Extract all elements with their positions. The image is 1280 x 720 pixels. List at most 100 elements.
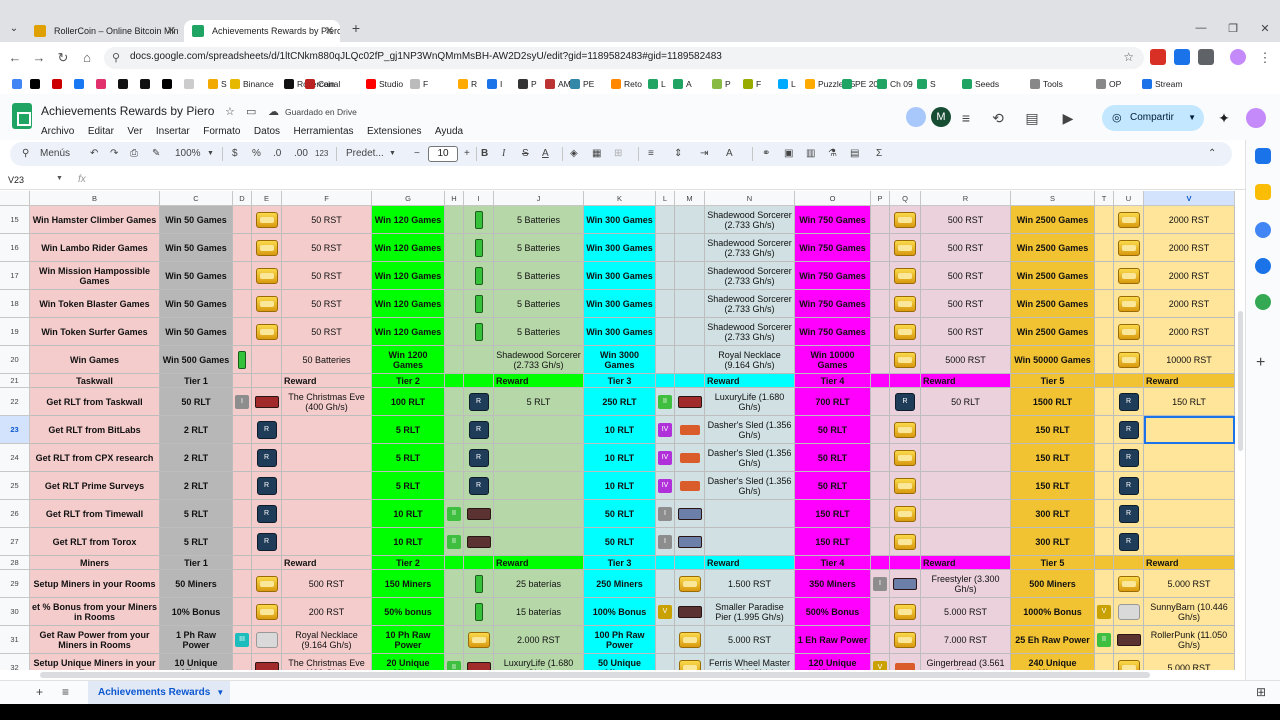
cell-p27[interactable] bbox=[871, 528, 890, 556]
cell-p24[interactable] bbox=[871, 444, 890, 472]
cell-j31[interactable]: 2.000 RST bbox=[494, 626, 584, 654]
percent-format-button[interactable]: % bbox=[252, 146, 261, 162]
bookmark-star-icon[interactable]: ☆ bbox=[1123, 50, 1134, 64]
cell-t22[interactable] bbox=[1095, 388, 1114, 416]
cell-p18[interactable] bbox=[871, 290, 890, 318]
column-header-g[interactable]: G bbox=[372, 191, 445, 206]
cell-r22[interactable]: 50 RLT bbox=[921, 388, 1011, 416]
cell-h22[interactable] bbox=[445, 388, 464, 416]
cell-q22[interactable]: R bbox=[890, 388, 921, 416]
row-header[interactable]: 29 bbox=[0, 570, 30, 598]
vertical-scrollbar[interactable] bbox=[1236, 191, 1245, 670]
cell-v15[interactable]: 2000 RST bbox=[1144, 206, 1235, 234]
column-header-s[interactable]: S bbox=[1011, 191, 1095, 206]
cell-j21[interactable]: Reward bbox=[494, 374, 584, 388]
cell-i31[interactable] bbox=[464, 626, 494, 654]
cell-t16[interactable] bbox=[1095, 234, 1114, 262]
cell-j19[interactable]: 5 Batteries bbox=[494, 318, 584, 346]
keep-icon[interactable] bbox=[1255, 184, 1271, 200]
cell-t18[interactable] bbox=[1095, 290, 1114, 318]
cell-v26[interactable] bbox=[1144, 500, 1235, 528]
cell-e27[interactable]: R bbox=[252, 528, 282, 556]
maximize-icon[interactable]: ❐ bbox=[1218, 22, 1248, 35]
cell-u16[interactable] bbox=[1114, 234, 1144, 262]
cell-d27[interactable] bbox=[233, 528, 252, 556]
cell-c20[interactable]: Win 500 Games bbox=[160, 346, 233, 374]
bookmark-item[interactable]: PE bbox=[570, 76, 594, 92]
comments-list-icon[interactable]: ≡ bbox=[956, 108, 976, 128]
cell-s17[interactable]: Win 2500 Games bbox=[1011, 262, 1095, 290]
tab-search-chevron-icon[interactable]: ⌄ bbox=[6, 21, 22, 37]
insert-chart-icon[interactable]: ▥ bbox=[806, 146, 815, 162]
cell-n17[interactable]: Shadewood Sorcerer (2.733 Gh/s) bbox=[705, 262, 795, 290]
cell-o30[interactable]: 500% Bonus bbox=[795, 598, 871, 626]
column-header-h[interactable]: H bbox=[445, 191, 464, 206]
cell-i26[interactable] bbox=[464, 500, 494, 528]
cell-d17[interactable] bbox=[233, 262, 252, 290]
cell-f16[interactable]: 50 RST bbox=[282, 234, 372, 262]
cell-s24[interactable]: 150 RLT bbox=[1011, 444, 1095, 472]
cell-r17[interactable]: 500 RST bbox=[921, 262, 1011, 290]
cell-e24[interactable]: R bbox=[252, 444, 282, 472]
new-tab-plus-icon[interactable]: + bbox=[346, 20, 366, 36]
cell-f19[interactable]: 50 RST bbox=[282, 318, 372, 346]
cell-c15[interactable]: Win 50 Games bbox=[160, 206, 233, 234]
cell-g28[interactable]: Tier 2 bbox=[372, 556, 445, 570]
cell-s21[interactable]: Tier 5 bbox=[1011, 374, 1095, 388]
cell-p15[interactable] bbox=[871, 206, 890, 234]
cell-n20[interactable]: Royal Necklace (9.164 Gh/s) bbox=[705, 346, 795, 374]
cell-c23[interactable]: 2 RLT bbox=[160, 416, 233, 444]
cell-v21[interactable]: Reward bbox=[1144, 374, 1235, 388]
column-header-c[interactable]: C bbox=[160, 191, 233, 206]
cell-d20[interactable] bbox=[233, 346, 252, 374]
column-header-p[interactable]: P bbox=[871, 191, 890, 206]
cell-j29[interactable]: 25 baterías bbox=[494, 570, 584, 598]
bookmark-icon[interactable] bbox=[118, 79, 128, 89]
insert-comment-icon[interactable]: ▣ bbox=[784, 146, 793, 162]
cell-g30[interactable]: 50% bonus bbox=[372, 598, 445, 626]
cell-t26[interactable] bbox=[1095, 500, 1114, 528]
redo-icon[interactable]: ↷ bbox=[110, 146, 118, 162]
cell-h32[interactable]: II bbox=[445, 654, 464, 670]
cell-k25[interactable]: 10 RLT bbox=[584, 472, 656, 500]
font-size-input[interactable]: 10 bbox=[428, 146, 458, 162]
row-header[interactable]: 17 bbox=[0, 262, 30, 290]
cell-v32[interactable]: 5.000 RST bbox=[1144, 654, 1235, 670]
profile-avatar-icon[interactable] bbox=[1230, 49, 1246, 65]
cell-j24[interactable] bbox=[494, 444, 584, 472]
cell-v20[interactable]: 10000 RST bbox=[1144, 346, 1235, 374]
cell-g32[interactable]: 20 Unique Miners bbox=[372, 654, 445, 670]
cell-k17[interactable]: Win 300 Games bbox=[584, 262, 656, 290]
close-tab-icon[interactable]: ✕ bbox=[167, 20, 176, 42]
cell-e17[interactable] bbox=[252, 262, 282, 290]
cell-j17[interactable]: 5 Batteries bbox=[494, 262, 584, 290]
cell-i27[interactable] bbox=[464, 528, 494, 556]
cell-g20[interactable]: Win 1200 Games bbox=[372, 346, 445, 374]
cell-p32[interactable]: V bbox=[871, 654, 890, 670]
cell-l22[interactable]: II bbox=[656, 388, 675, 416]
cell-p23[interactable] bbox=[871, 416, 890, 444]
search-menus-icon[interactable]: ⚲ bbox=[22, 146, 29, 162]
zoom-select[interactable]: 100% bbox=[175, 146, 201, 162]
share-button[interactable]: ◎ Compartir ▼ bbox=[1102, 105, 1204, 131]
cell-b29[interactable]: Setup Miners in your Rooms bbox=[30, 570, 160, 598]
cell-u32[interactable] bbox=[1114, 654, 1144, 670]
cell-c28[interactable]: Tier 1 bbox=[160, 556, 233, 570]
cell-l29[interactable] bbox=[656, 570, 675, 598]
fill-color-icon[interactable]: ◈ bbox=[570, 146, 578, 162]
cell-v16[interactable]: 2000 RST bbox=[1144, 234, 1235, 262]
cell-j27[interactable] bbox=[494, 528, 584, 556]
cell-t23[interactable] bbox=[1095, 416, 1114, 444]
browser-tab-sheets[interactable]: Achievements Rewards by Piero ✕ bbox=[184, 20, 340, 42]
cell-b20[interactable]: Win Games bbox=[30, 346, 160, 374]
cell-q21[interactable] bbox=[890, 374, 921, 388]
bookmark-item[interactable]: Canal bbox=[305, 76, 340, 92]
cell-m21[interactable] bbox=[675, 374, 705, 388]
cell-l24[interactable]: IV bbox=[656, 444, 675, 472]
maps-icon[interactable] bbox=[1255, 294, 1271, 310]
account-avatar[interactable] bbox=[1246, 108, 1266, 128]
horizontal-scrollbar[interactable] bbox=[0, 670, 1245, 680]
cell-n26[interactable] bbox=[705, 500, 795, 528]
cell-n31[interactable]: 5.000 RST bbox=[705, 626, 795, 654]
column-header-e[interactable]: E bbox=[252, 191, 282, 206]
